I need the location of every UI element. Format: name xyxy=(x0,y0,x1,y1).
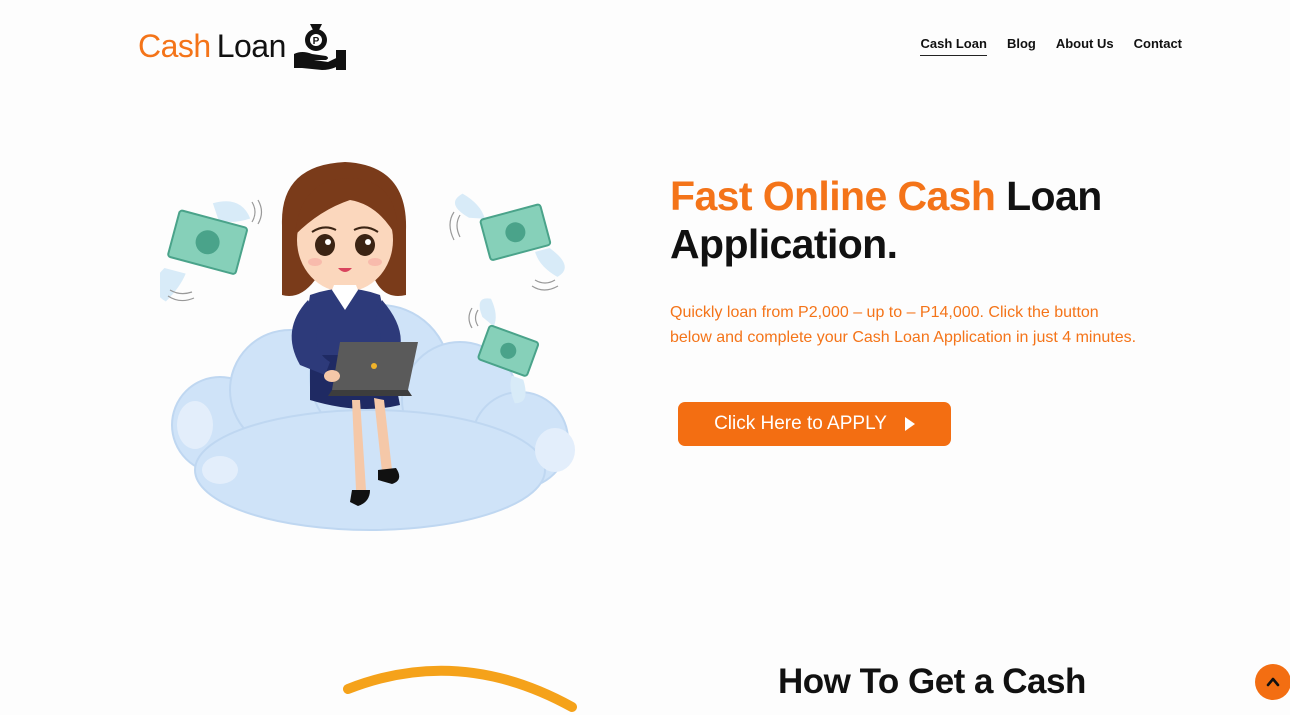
flying-money-left xyxy=(160,201,251,302)
nav-item-about-us[interactable]: About Us xyxy=(1056,36,1114,56)
apply-button[interactable]: Click Here to APPLY xyxy=(678,402,951,446)
nav-item-cash-loan[interactable]: Cash Loan xyxy=(920,36,987,56)
nav-item-blog[interactable]: Blog xyxy=(1007,36,1036,56)
svg-text:P: P xyxy=(313,36,320,47)
money-hand-icon: P xyxy=(293,24,346,70)
main-nav: Cash Loan Blog About Us Contact xyxy=(920,36,1182,56)
brand-name-cash: Cash xyxy=(138,27,211,64)
page: Cash Loan P Cash Loan Blog About Us Cont… xyxy=(0,0,1290,715)
woman-on-cloud-illustration xyxy=(160,162,575,531)
scroll-to-top-button[interactable] xyxy=(1255,664,1290,700)
hero-title-accent: Fast Online Cash xyxy=(670,173,996,219)
chevron-up-icon xyxy=(1266,677,1280,687)
flying-money-right-top xyxy=(455,193,565,277)
section-title: How To Get a Cash xyxy=(778,662,1086,701)
nav-item-contact[interactable]: Contact xyxy=(1134,36,1182,56)
brand-logo[interactable]: Cash Loan P xyxy=(138,20,348,72)
apply-button-label: Click Here to APPLY xyxy=(714,413,887,434)
brand-name-loan: Loan xyxy=(216,27,287,64)
hero-text: Fast Online Cash Loan Application. Quick… xyxy=(670,172,1190,350)
hero-title: Fast Online Cash Loan Application. xyxy=(670,172,1190,268)
hero-title-rest-2: Application. xyxy=(670,221,898,267)
play-icon xyxy=(904,417,915,431)
orange-arc-graphic xyxy=(343,665,577,712)
hero-title-rest-1: Loan xyxy=(995,173,1102,219)
hero-subtitle: Quickly loan from P2,000 – up to – P14,0… xyxy=(670,304,1137,346)
